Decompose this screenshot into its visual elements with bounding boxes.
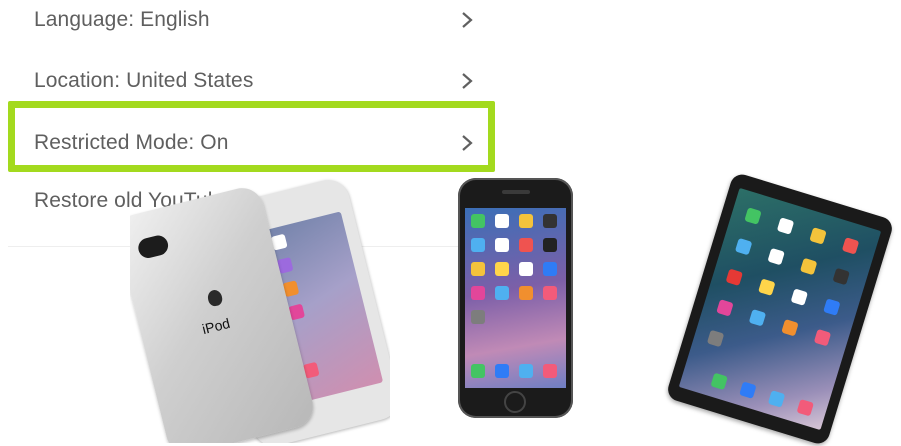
language-setting[interactable]: Language: English xyxy=(8,0,502,50)
iphone-image xyxy=(458,178,573,418)
iphone-home-button-icon xyxy=(504,391,526,413)
restricted-mode-label: Restricted Mode: On xyxy=(34,131,229,154)
chevron-right-icon xyxy=(462,73,473,89)
location-setting[interactable]: Location: United States xyxy=(8,51,502,111)
ipad-screen xyxy=(678,187,882,431)
ipod-image: iPod xyxy=(130,172,390,443)
language-label: Language: English xyxy=(34,8,210,31)
iphone-screen xyxy=(465,208,566,388)
chevron-right-icon xyxy=(462,12,473,28)
ipad-body xyxy=(665,171,895,446)
location-label: Location: United States xyxy=(34,69,254,92)
ipod-camera-icon xyxy=(136,233,171,261)
ipad-image xyxy=(640,171,901,446)
chevron-right-icon xyxy=(462,135,473,151)
restricted-mode-setting[interactable]: Restricted Mode: On xyxy=(8,113,502,173)
iphone-speaker xyxy=(502,190,530,194)
